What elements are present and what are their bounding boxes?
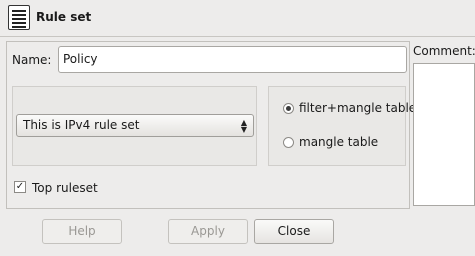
dialog-header: Rule set (0, 0, 475, 37)
dialog-title: Rule set (36, 10, 92, 24)
updown-arrows-icon: ▲ ▼ (240, 118, 248, 134)
name-input[interactable]: Policy (58, 46, 407, 73)
header-divider (0, 36, 475, 37)
top-ruleset-label: Top ruleset (32, 181, 98, 195)
mangle-radio[interactable] (283, 137, 294, 148)
top-ruleset-checkbox[interactable]: ✓ (14, 181, 26, 193)
ip-version-select-value: This is IPv4 rule set (23, 118, 140, 132)
table-group (268, 86, 406, 166)
filter-mangle-radio-label: filter+mangle table (299, 101, 417, 115)
ip-version-select[interactable]: This is IPv4 rule set ▲ ▼ (16, 114, 254, 137)
comment-label: Comment: (413, 44, 475, 58)
close-button[interactable]: Close (254, 219, 334, 244)
comment-textarea[interactable] (413, 63, 475, 206)
list-icon (8, 5, 30, 30)
apply-button[interactable]: Apply (168, 219, 248, 244)
mangle-radio-label: mangle table (299, 135, 379, 149)
filter-mangle-radio[interactable] (283, 103, 294, 114)
name-label: Name: (12, 53, 52, 67)
help-button[interactable]: Help (42, 219, 122, 244)
